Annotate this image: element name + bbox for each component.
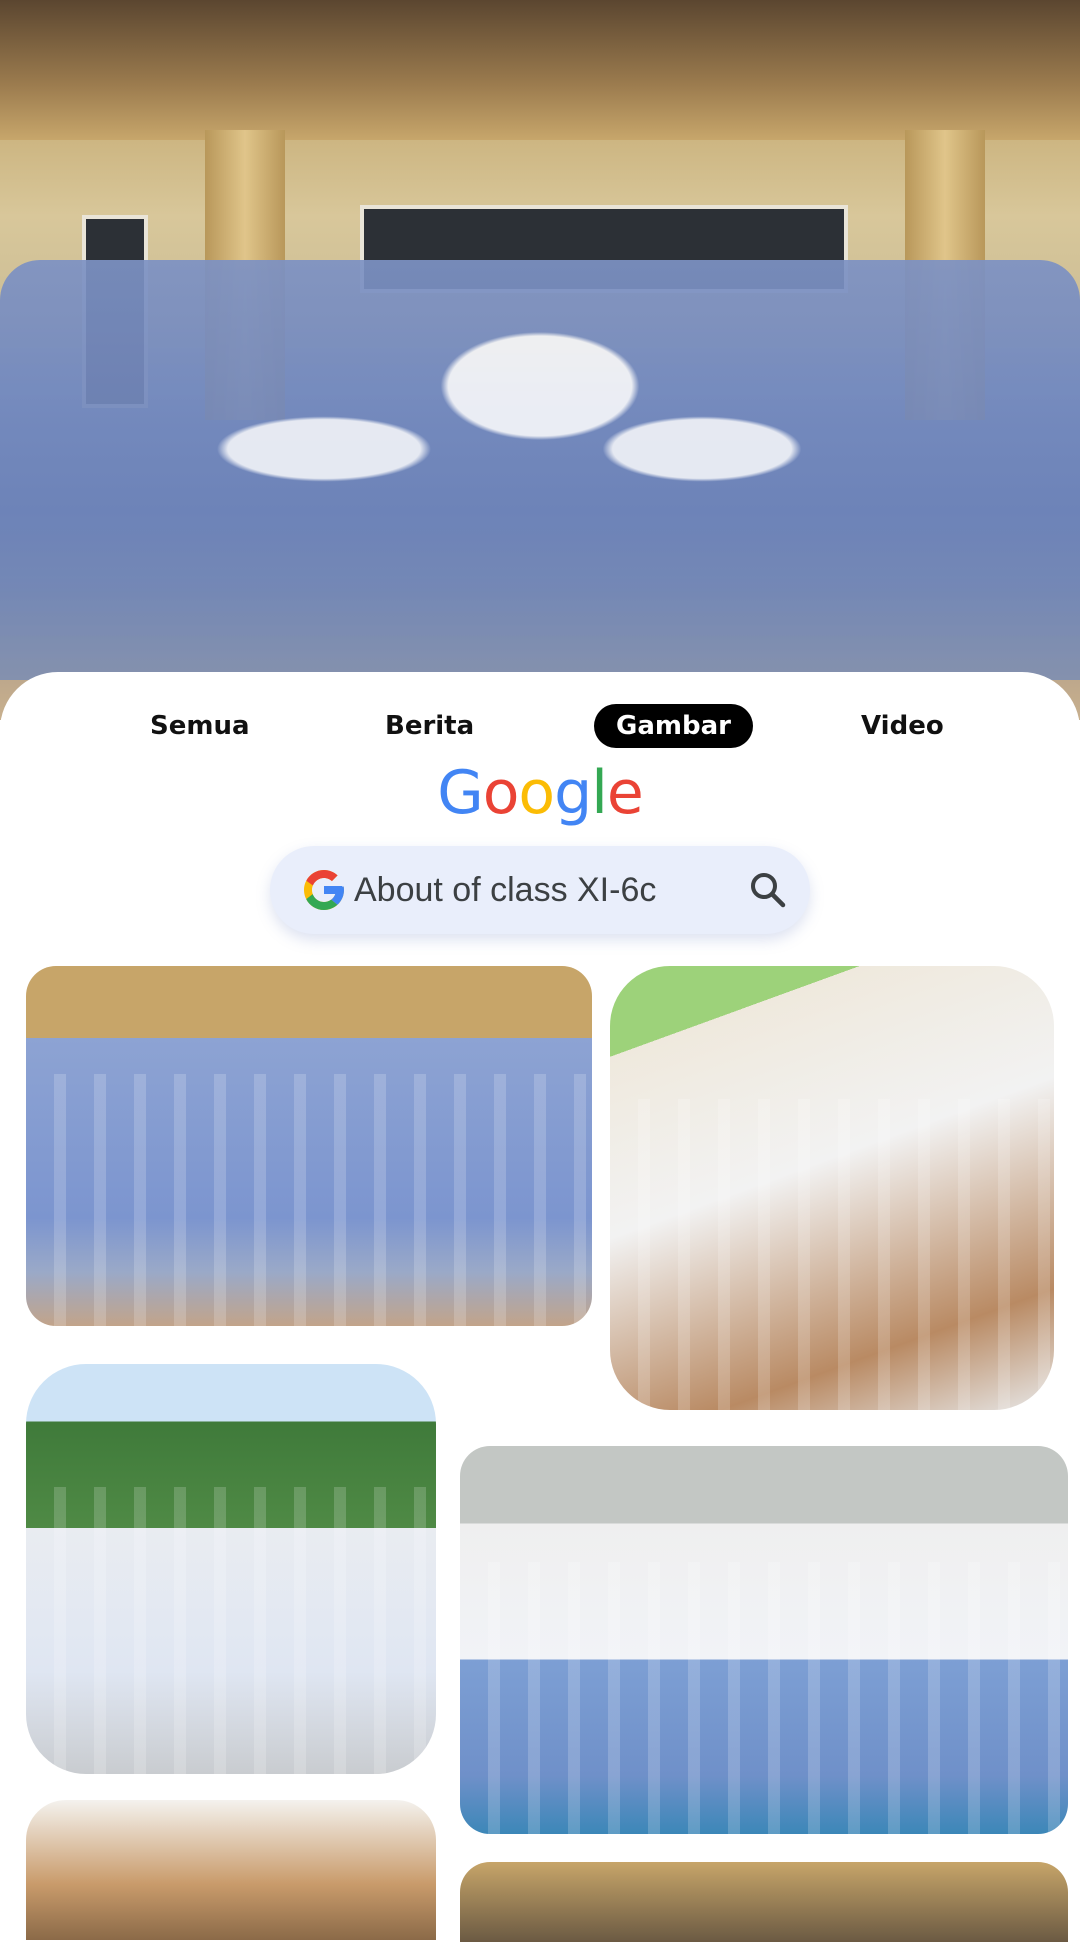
search-bar[interactable]: About of class XI-6c <box>270 846 810 934</box>
roof-area <box>0 0 1080 140</box>
image-result[interactable] <box>610 966 1054 1410</box>
logo-letter: l <box>591 758 608 828</box>
logo-letter: G <box>437 758 483 828</box>
logo-letter: o <box>482 758 520 828</box>
tab-semua[interactable]: Semua <box>150 704 250 748</box>
photo-content <box>610 1099 1054 1410</box>
tab-berita[interactable]: Berita <box>385 704 474 748</box>
image-result[interactable] <box>26 1800 436 1940</box>
google-logo: Google <box>0 758 1080 828</box>
image-result[interactable] <box>26 966 592 1326</box>
search-filter-tabs: Semua Berita Gambar Video <box>0 700 1080 756</box>
tab-video[interactable]: Video <box>861 704 944 748</box>
google-g-icon <box>304 870 344 910</box>
tab-gambar[interactable]: Gambar <box>594 704 753 748</box>
photo-content <box>26 1074 592 1326</box>
logo-letter: e <box>606 758 644 828</box>
image-result[interactable] <box>460 1446 1068 1834</box>
search-input[interactable]: About of class XI-6c <box>354 846 656 934</box>
magnifier-icon[interactable] <box>748 870 788 910</box>
hero-image[interactable] <box>0 0 1080 720</box>
image-result[interactable] <box>460 1862 1068 1942</box>
logo-letter: o <box>518 758 555 828</box>
photo-content <box>460 1562 1068 1834</box>
logo-letter: g <box>554 758 592 828</box>
group-of-students <box>0 260 1080 680</box>
image-result[interactable] <box>26 1364 436 1774</box>
photo-content <box>26 1487 436 1774</box>
